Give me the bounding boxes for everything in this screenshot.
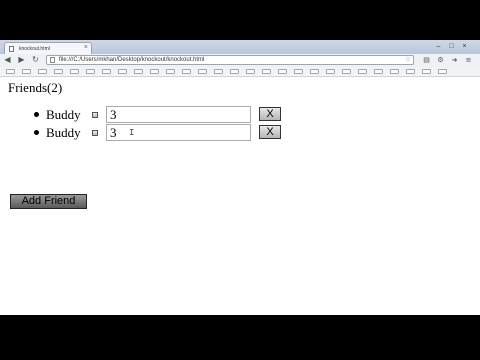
address-text: file:///C:/Users/mkhan/Desktop/knockout/… [59,57,205,63]
bookmark-icon[interactable] [70,69,79,74]
browser-toolbar: ◀ ▶ ↻ file:///C:/Users/mkhan/Desktop/kno… [0,54,480,68]
bookmark-icon[interactable] [118,69,127,74]
minimize-icon[interactable]: – [434,43,443,51]
bookmark-icon[interactable] [214,69,223,74]
bookmark-icon[interactable] [150,69,159,74]
add-friend-button[interactable]: Add Friend [10,194,87,209]
forward-icon[interactable]: ➜ [450,56,459,65]
friend-row: Buddy X [0,106,480,124]
bookmark-icon[interactable] [134,69,143,74]
friend-checkbox[interactable] [92,112,98,118]
bookmark-icon[interactable] [182,69,191,74]
maximize-icon[interactable]: □ [447,43,456,51]
page-icon [9,46,14,52]
bookmark-icon[interactable] [38,69,47,74]
close-window-icon[interactable]: × [460,43,469,51]
friend-checkbox[interactable] [92,130,98,136]
bookmark-icon[interactable] [422,69,431,74]
bookmark-icon[interactable] [230,69,239,74]
page-heading: Friends(2) [8,80,63,95]
toolbar-icons: ▤ ⚙ ➜ ≡ [420,56,476,65]
bookmark-icon[interactable] [294,69,303,74]
bookmark-icon[interactable] [278,69,287,74]
reload-icon[interactable]: ↻ [31,55,40,65]
star-icon[interactable]: ☆ [405,56,411,64]
bookmark-icon[interactable] [438,69,447,74]
bookmark-icon[interactable] [102,69,111,74]
delete-friend-button[interactable]: X [259,107,281,121]
friend-value-input[interactable] [106,124,251,141]
back-icon[interactable]: ◀ [3,55,12,65]
bookmark-icon[interactable] [374,69,383,74]
friend-row: Buddy I X [0,124,480,142]
window-controls: – □ × [434,43,474,51]
bookmark-icon[interactable] [262,69,271,74]
bookmarks-bar [0,67,480,77]
bookmark-icon[interactable] [326,69,335,74]
list-bullet [34,130,39,135]
page-content: Friends(2) Buddy X Buddy I X Add Friend [0,77,480,315]
friend-name: Buddy [46,125,81,140]
address-bar[interactable]: file:///C:/Users/mkhan/Desktop/knockout/… [46,55,414,65]
bookmark-icon[interactable] [166,69,175,74]
bookmark-icon[interactable] [310,69,319,74]
bookmark-icon[interactable] [246,69,255,74]
bookmark-icon[interactable] [406,69,415,74]
page-icon [50,57,55,63]
menu-icon[interactable]: ≡ [464,56,473,65]
delete-friend-button[interactable]: X [259,125,281,139]
bookmark-icon[interactable] [6,69,15,74]
bookmark-icon[interactable] [22,69,31,74]
text-cursor-icon: I [129,128,135,138]
tab-close-icon[interactable]: × [84,44,88,51]
friend-name: Buddy [46,107,81,122]
forward-icon[interactable]: ▶ [17,55,26,65]
bookmark-icon[interactable] [54,69,63,74]
friend-value-input[interactable] [106,106,251,123]
bookmark-icon[interactable] [86,69,95,74]
bookmark-icon[interactable] [358,69,367,74]
tab-title: knockout.html [19,46,50,52]
bookmark-icon[interactable] [198,69,207,74]
page-menu-icon[interactable]: ▤ [422,56,431,65]
browser-tab[interactable]: knockout.html × [4,42,92,54]
list-bullet [34,112,39,117]
screen-area: knockout.html × – □ × ◀ ▶ ↻ file:///C:/U… [0,40,480,315]
bookmark-icon[interactable] [390,69,399,74]
bookmark-icon[interactable] [342,69,351,74]
tab-strip: knockout.html × – □ × [0,40,480,54]
wrench-icon[interactable]: ⚙ [436,56,445,65]
